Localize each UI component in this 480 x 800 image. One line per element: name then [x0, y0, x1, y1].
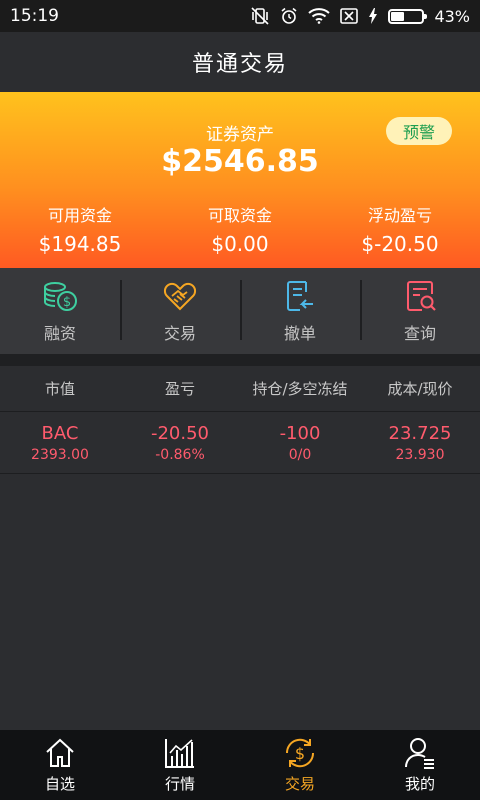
chart-icon: [165, 739, 194, 768]
cell-symbol: BAC 2393.00: [0, 423, 120, 463]
action-label: 融资: [43, 324, 76, 343]
cell-cost-price: 23.725 23.930: [360, 423, 480, 463]
table-row[interactable]: BAC 2393.00 -20.50 -0.86% -100 0/0 23.72…: [0, 412, 480, 474]
frozen: 0/0: [288, 446, 312, 463]
stat-label: 可取资金: [207, 206, 272, 225]
stat-value: $194.85: [38, 232, 122, 256]
pnl-amount: -20.50: [150, 422, 210, 444]
current-price: 23.930: [395, 446, 445, 463]
stat-value: $-20.50: [361, 232, 439, 256]
section-divider: [0, 354, 480, 366]
pnl-percent: -0.86%: [155, 446, 205, 463]
action-bar: $ 融资 交易 撤单 查询: [0, 268, 480, 354]
holdings-table-header: 市值 盈亏 持仓/多空冻结 成本/现价: [0, 366, 480, 412]
user-icon: [405, 738, 434, 769]
no-sim-icon: [340, 8, 359, 24]
tab-market[interactable]: 行情: [120, 730, 240, 800]
action-label: 撤单: [283, 324, 316, 343]
tab-label: 交易: [284, 775, 315, 793]
home-icon: [46, 738, 74, 767]
cell-pnl: -20.50 -0.86%: [120, 423, 240, 463]
search-document-icon: [407, 281, 436, 311]
market-value: 2393.00: [31, 446, 89, 463]
battery-percent: 43%: [434, 6, 470, 26]
stat-value: $0.00: [211, 232, 269, 256]
warning-button[interactable]: 预警: [386, 117, 452, 145]
tab-label: 行情: [164, 775, 195, 793]
dollar-cycle-icon: $: [285, 738, 315, 768]
assets-summary: 证券资产 $2546.85 预警 可用资金 $194.85 可取资金 $0.00…: [0, 92, 480, 268]
tab-label: 自选: [44, 775, 75, 793]
available-funds: 可用资金 $194.85: [0, 202, 160, 256]
withdrawable-funds: 可取资金 $0.00: [160, 202, 320, 256]
action-label: 交易: [163, 324, 196, 343]
trade-button[interactable]: 交易: [120, 268, 240, 354]
bottom-tab-bar: 自选 行情 $ 交易 我的: [0, 730, 480, 800]
status-bar: 15:19 43%: [0, 0, 480, 32]
column-header-position: 持仓/多空冻结: [252, 380, 348, 398]
status-time: 15:19: [10, 6, 59, 26]
page-title: 普通交易: [191, 52, 288, 77]
wifi-icon: [308, 8, 331, 24]
handshake-icon: [163, 282, 197, 311]
position: -100: [279, 422, 321, 444]
column-header-pnl: 盈亏: [164, 380, 195, 398]
cost: 23.725: [388, 422, 452, 444]
alarm-icon: [280, 7, 298, 25]
coins-icon: $: [44, 282, 77, 311]
cancel-order-icon: [287, 281, 313, 311]
cancel-order-button[interactable]: 撤单: [240, 268, 360, 354]
charging-icon: [368, 8, 378, 24]
assets-value: $2546.85: [161, 144, 319, 179]
tab-watchlist[interactable]: 自选: [0, 730, 120, 800]
stat-label: 浮动盈亏: [367, 206, 432, 225]
assets-stats: 可用资金 $194.85 可取资金 $0.00 浮动盈亏 $-20.50: [0, 202, 480, 256]
column-header-market-value: 市值: [44, 380, 75, 398]
tab-me[interactable]: 我的: [360, 730, 480, 800]
vibrate-off-icon: [250, 7, 270, 25]
symbol: BAC: [41, 422, 79, 444]
stat-label: 可用资金: [47, 206, 112, 225]
svg-text:$: $: [63, 295, 71, 310]
cell-position: -100 0/0: [240, 423, 360, 463]
tab-trade[interactable]: $ 交易: [240, 730, 360, 800]
svg-text:$: $: [295, 744, 305, 763]
status-icons: 43%: [250, 7, 470, 26]
battery-icon: [388, 8, 428, 24]
action-label: 查询: [403, 324, 436, 343]
column-header-cost-price: 成本/现价: [387, 380, 453, 398]
financing-button[interactable]: $ 融资: [0, 268, 120, 354]
title-bar: 普通交易: [0, 32, 480, 92]
floating-pnl: 浮动盈亏 $-20.50: [320, 202, 480, 256]
query-button[interactable]: 查询: [360, 268, 480, 354]
tab-label: 我的: [404, 775, 435, 793]
